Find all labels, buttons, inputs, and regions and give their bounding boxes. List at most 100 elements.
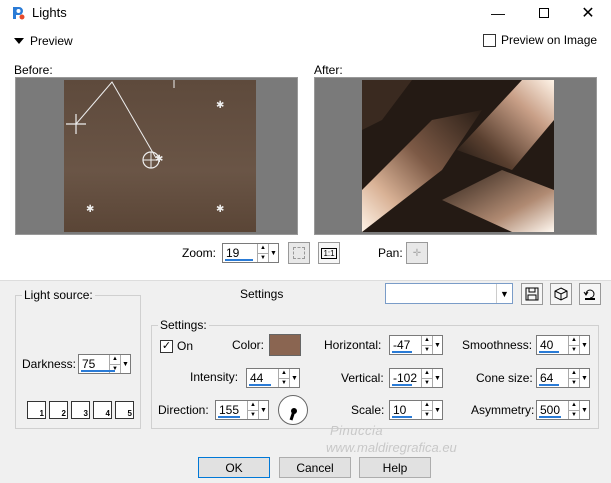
spin-up-icon[interactable]: ▲ xyxy=(422,336,432,345)
horizontal-spinner[interactable]: -47 ▲ ▼ ▼ xyxy=(389,335,443,355)
color-swatch[interactable] xyxy=(269,334,301,356)
after-image xyxy=(362,80,554,232)
dropdown-icon[interactable]: ▼ xyxy=(258,401,268,419)
spin-down-icon[interactable]: ▼ xyxy=(422,344,432,355)
spin-down-icon[interactable]: ▼ xyxy=(279,377,289,388)
maximize-button[interactable] xyxy=(521,0,567,26)
settings-heading: Settings xyxy=(240,287,284,301)
svg-text:✱: ✱ xyxy=(216,100,224,111)
light-source-4-button[interactable]: 4 xyxy=(93,401,112,419)
dropdown-icon[interactable]: ▼ xyxy=(268,244,278,262)
spin-up-icon[interactable]: ▲ xyxy=(258,244,268,253)
zoom-spinner[interactable]: 19 ▲ ▼ ▼ xyxy=(222,243,279,263)
spin-down-icon[interactable]: ▼ xyxy=(569,409,579,420)
darkness-value[interactable]: 75 xyxy=(82,357,95,371)
dropdown-icon[interactable]: ▼ xyxy=(579,336,589,354)
spin-up-icon[interactable]: ▲ xyxy=(248,401,258,410)
direction-spinner[interactable]: 155 ▲ ▼ ▼ xyxy=(215,400,269,420)
scale-spinner[interactable]: 10 ▲ ▼ ▼ xyxy=(389,400,443,420)
zoom-actual-button[interactable]: 1:1 xyxy=(318,242,340,264)
cancel-button[interactable]: Cancel xyxy=(279,457,351,478)
randomize-button[interactable] xyxy=(550,283,572,305)
spin-up-icon[interactable]: ▲ xyxy=(279,369,289,378)
on-checkbox[interactable]: ✓ On xyxy=(160,339,193,353)
spin-up-icon[interactable]: ▲ xyxy=(569,336,579,345)
zoom-label: Zoom: xyxy=(182,246,217,260)
reset-icon xyxy=(583,289,595,300)
save-preset-button[interactable] xyxy=(521,283,543,305)
dropdown-icon[interactable]: ▼ xyxy=(432,369,442,387)
before-label: Before: xyxy=(14,63,53,77)
svg-text:✱: ✱ xyxy=(155,154,163,165)
vertical-spinner[interactable]: -102 ▲ ▼ ▼ xyxy=(389,368,443,388)
presets-dropdown[interactable]: ▼ xyxy=(385,283,513,304)
app-icon xyxy=(13,7,25,20)
before-preview[interactable]: ✱ ✱ ✱ ✱ xyxy=(15,77,298,235)
help-button[interactable]: Help xyxy=(359,457,431,478)
dropdown-icon[interactable]: ▼ xyxy=(579,369,589,387)
asymmetry-value[interactable]: 500 xyxy=(540,403,560,417)
light-source-1-button[interactable]: 1 xyxy=(27,401,46,419)
intensity-value[interactable]: 44 xyxy=(250,371,263,385)
close-button[interactable]: ✕ xyxy=(565,0,611,26)
checkbox-box[interactable] xyxy=(483,33,496,47)
maximize-icon xyxy=(539,8,549,18)
pan-button[interactable]: ✛ xyxy=(406,242,428,264)
spin-down-icon[interactable]: ▼ xyxy=(569,377,579,388)
horizontal-label: Horizontal: xyxy=(324,338,382,352)
light-source-overlay[interactable]: ✱ ✱ ✱ ✱ xyxy=(64,80,256,232)
smoothness-label: Smoothness: xyxy=(462,338,533,352)
direction-dial[interactable] xyxy=(278,395,308,425)
spin-down-icon[interactable]: ▼ xyxy=(569,344,579,355)
dice-icon xyxy=(554,287,568,301)
dropdown-icon[interactable]: ▼ xyxy=(120,355,130,373)
smoothness-spinner[interactable]: 40 ▲ ▼ ▼ xyxy=(536,335,590,355)
intensity-spinner[interactable]: 44 ▲ ▼ ▼ xyxy=(246,368,300,388)
spin-up-icon[interactable]: ▲ xyxy=(422,369,432,378)
dropdown-icon[interactable]: ▼ xyxy=(289,369,299,387)
minimize-button[interactable]: — xyxy=(475,0,521,26)
spin-up-icon[interactable]: ▲ xyxy=(110,355,120,364)
scale-value[interactable]: 10 xyxy=(393,403,406,417)
light-source-5-button[interactable]: 5 xyxy=(115,401,134,419)
spin-up-icon[interactable]: ▲ xyxy=(422,401,432,410)
horizontal-value[interactable]: -47 xyxy=(393,338,410,352)
spin-up-icon[interactable]: ▲ xyxy=(569,401,579,410)
dropdown-icon[interactable]: ▼ xyxy=(579,401,589,419)
cone-size-spinner[interactable]: 64 ▲ ▼ ▼ xyxy=(536,368,590,388)
cone-size-value[interactable]: 64 xyxy=(540,371,553,385)
smoothness-value[interactable]: 40 xyxy=(540,338,553,352)
move-icon: ✛ xyxy=(412,247,422,259)
spin-down-icon[interactable]: ▼ xyxy=(248,409,258,420)
light-source-3-button[interactable]: 3 xyxy=(71,401,90,419)
chevron-down-icon[interactable]: ▼ xyxy=(496,284,512,303)
zoom-value[interactable]: 19 xyxy=(226,246,239,260)
presets-value xyxy=(386,289,392,295)
color-label: Color: xyxy=(232,338,265,352)
zoom-fit-button[interactable] xyxy=(288,242,310,264)
spin-down-icon[interactable]: ▼ xyxy=(422,377,432,388)
scale-label: Scale: xyxy=(351,403,385,417)
spin-down-icon[interactable]: ▼ xyxy=(422,409,432,420)
reset-button[interactable] xyxy=(579,283,601,305)
preview-on-image-checkbox[interactable]: Preview on Image xyxy=(483,33,597,47)
watermark-name: Pinuccia xyxy=(330,423,384,438)
dropdown-icon[interactable]: ▼ xyxy=(432,401,442,419)
asymmetry-spinner[interactable]: 500 ▲ ▼ ▼ xyxy=(536,400,590,420)
dropdown-icon[interactable]: ▼ xyxy=(432,336,442,354)
spin-up-icon[interactable]: ▲ xyxy=(569,369,579,378)
darkness-spinner[interactable]: 75 ▲ ▼ ▼ xyxy=(78,354,131,374)
spin-down-icon[interactable]: ▼ xyxy=(258,252,268,263)
preview-toggle[interactable]: Preview xyxy=(14,34,73,48)
check-icon[interactable]: ✓ xyxy=(160,339,173,353)
before-image[interactable]: ✱ ✱ ✱ ✱ xyxy=(64,80,256,232)
direction-value[interactable]: 155 xyxy=(219,403,239,417)
ok-button[interactable]: OK xyxy=(198,457,270,478)
pan-label: Pan: xyxy=(378,246,403,260)
after-preview[interactable] xyxy=(314,77,597,235)
preview-label: Preview xyxy=(30,34,73,48)
light-source-2-button[interactable]: 2 xyxy=(49,401,68,419)
vertical-value[interactable]: -102 xyxy=(393,371,417,385)
dial-icon xyxy=(289,408,297,421)
minimize-icon: — xyxy=(491,5,505,21)
